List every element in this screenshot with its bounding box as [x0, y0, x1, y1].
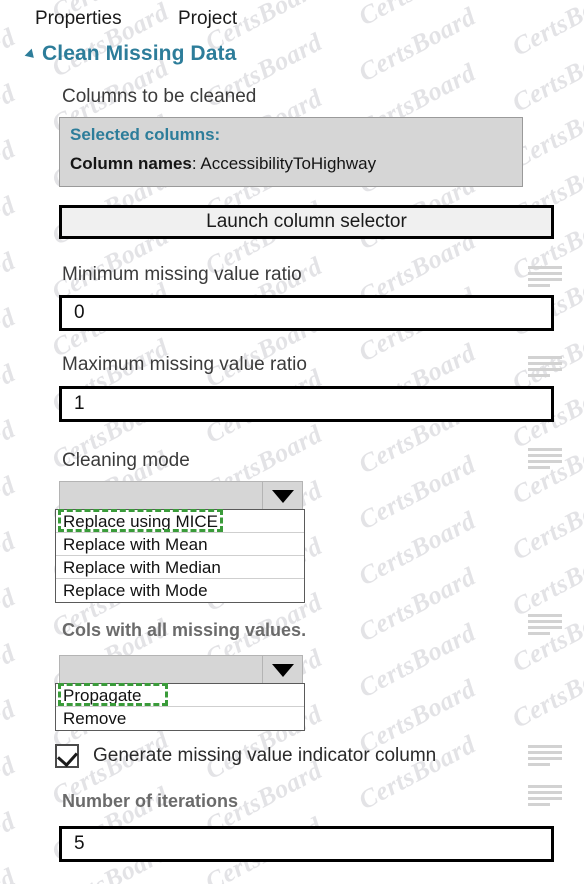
list-lines-icon [528, 266, 562, 288]
minimum-missing-value-ratio-input[interactable]: 0 [59, 295, 554, 331]
tab-bar: Properties Project [0, 8, 584, 38]
selected-columns-title: Selected columns: [70, 125, 221, 144]
cols-option-remove[interactable]: Remove [56, 707, 304, 730]
launch-column-selector-button[interactable]: Launch column selector [59, 205, 554, 239]
tab-properties[interactable]: Properties [35, 8, 122, 30]
list-lines-icon [528, 448, 562, 470]
generate-indicator-row[interactable]: Generate missing value indicator column [55, 744, 436, 768]
tab-project[interactable]: Project [178, 8, 237, 30]
triangle-collapse-icon[interactable] [24, 48, 38, 62]
cols-with-all-missing-values-dropdown[interactable] [59, 655, 303, 685]
cleaning-mode-option-replace-using-mice[interactable]: Replace using MICE [56, 509, 304, 533]
generate-indicator-checkbox[interactable] [55, 744, 79, 768]
cleaning-mode-option-replace-with-median[interactable]: Replace with Median [56, 556, 304, 579]
maximum-missing-value-ratio-label: Maximum missing value ratio [62, 354, 307, 375]
selected-columns-value: Column names: AccessibilityToHighway [70, 154, 376, 174]
cols-with-all-missing-values-label: Cols with all missing values. [62, 620, 307, 640]
chevron-down-icon[interactable] [262, 482, 302, 510]
cols-option-propagate[interactable]: Propagate [56, 683, 304, 707]
cleaning-mode-label: Cleaning mode [62, 450, 190, 471]
column-names-value: AccessibilityToHighway [200, 154, 377, 173]
cleaning-mode-option-list[interactable]: Replace using MICE Replace with Mean Rep… [55, 509, 305, 603]
maximum-missing-value-ratio-input[interactable]: 1 [59, 386, 554, 422]
cols-with-all-missing-values-option-list[interactable]: Propagate Remove [55, 683, 305, 731]
minimum-missing-value-ratio-label: Minimum missing value ratio [62, 264, 302, 285]
list-lines-icon [528, 745, 562, 767]
cleaning-mode-option-replace-with-mode[interactable]: Replace with Mode [56, 579, 304, 602]
number-of-iterations-input[interactable]: 5 [59, 826, 554, 862]
page-title: Clean Missing Data [42, 42, 237, 65]
selected-columns-panel: Selected columns: Column names: Accessib… [59, 117, 523, 187]
list-lines-icon [528, 785, 562, 807]
chevron-down-icon[interactable] [262, 656, 302, 684]
generate-indicator-label: Generate missing value indicator column [93, 745, 437, 766]
clean-missing-data-properties-panel: Properties Project Clean Missing Data Co… [0, 0, 584, 884]
number-of-iterations-label: Number of iterations [62, 791, 239, 811]
cleaning-mode-option-replace-with-mean[interactable]: Replace with Mean [56, 533, 304, 556]
columns-to-be-cleaned-label: Columns to be cleaned [62, 86, 257, 107]
column-names-label: Column names [70, 154, 192, 173]
cleaning-mode-dropdown[interactable] [59, 481, 303, 511]
list-lines-icon [528, 614, 562, 636]
list-lines-icon [528, 356, 562, 378]
section-header[interactable]: Clean Missing Data [24, 42, 237, 66]
